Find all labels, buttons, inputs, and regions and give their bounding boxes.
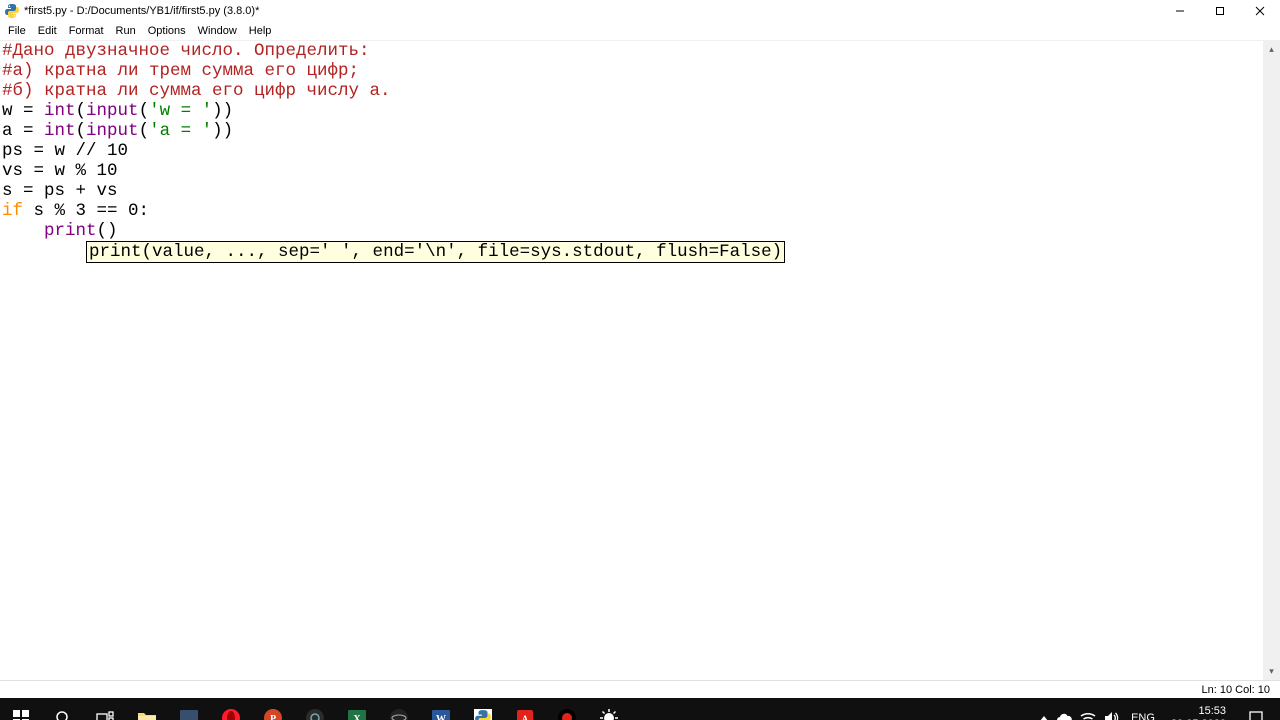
call-tip: print(value, ..., sep=' ', end='\n', fil… <box>86 241 785 263</box>
scroll-track[interactable] <box>1263 58 1280 663</box>
taskbar-app-4[interactable] <box>588 698 630 720</box>
code-text: a = <box>2 121 44 141</box>
menu-format[interactable]: Format <box>63 24 110 38</box>
tray-notifications-icon[interactable] <box>1238 698 1274 720</box>
menu-window[interactable]: Window <box>192 24 243 38</box>
system-tray: ENG 15:53 30.05.2020 <box>1034 698 1280 720</box>
code-builtin: input <box>86 121 139 141</box>
code-text: vs = w % 10 <box>2 161 118 181</box>
code-text: ( <box>76 121 87 141</box>
code-text: s % 3 == 0: <box>23 201 149 221</box>
tray-volume-icon[interactable] <box>1104 711 1119 720</box>
menu-help[interactable]: Help <box>243 24 278 38</box>
code-builtin: print <box>44 221 97 241</box>
menu-file[interactable]: File <box>2 24 32 38</box>
taskbar-file-explorer[interactable] <box>126 698 168 720</box>
code-text <box>2 221 44 241</box>
window-controls <box>1160 0 1280 22</box>
code-text: () <box>97 221 118 241</box>
tray-time: 15:53 <box>1171 705 1226 718</box>
code-text <box>2 242 86 262</box>
taskbar-app-3[interactable] <box>378 698 420 720</box>
task-view-button[interactable] <box>84 698 126 720</box>
code-builtin: input <box>86 101 139 121</box>
svg-text:W: W <box>436 714 446 720</box>
code-text: )) <box>212 121 233 141</box>
taskbar-excel[interactable]: X <box>336 698 378 720</box>
code-builtin: int <box>44 121 76 141</box>
app-icon <box>4 3 20 19</box>
code-comment: #Дано двузначное число. Определить: <box>2 41 370 61</box>
tray-show-hidden-icon[interactable] <box>1040 712 1048 720</box>
taskbar-record[interactable] <box>546 698 588 720</box>
taskbar-acrobat[interactable]: A <box>504 698 546 720</box>
code-text: s = ps + vs <box>2 181 118 201</box>
menu-options[interactable]: Options <box>142 24 192 38</box>
code-comment: #а) кратна ли трем сумма его цифр; <box>2 61 359 81</box>
tray-network-icon[interactable] <box>1080 712 1096 720</box>
code-text: w = <box>2 101 44 121</box>
menu-run[interactable]: Run <box>110 24 142 38</box>
status-bar: Ln: 10 Col: 10 <box>0 680 1280 698</box>
scroll-down-arrow[interactable]: ▾ <box>1263 663 1280 680</box>
svg-text:P: P <box>270 714 276 720</box>
code-text: ( <box>139 101 150 121</box>
maximize-button[interactable] <box>1200 0 1240 22</box>
tray-clock[interactable]: 15:53 30.05.2020 <box>1167 705 1230 720</box>
code-comment: #б) кратна ли сумма его цифр числу а. <box>2 81 391 101</box>
taskbar-opera[interactable] <box>210 698 252 720</box>
taskbar: P X W A ENG 15:53 30.05.2020 <box>0 698 1280 720</box>
tray-language[interactable]: ENG <box>1127 712 1159 720</box>
tray-onedrive-icon[interactable] <box>1056 712 1072 720</box>
taskbar-powerpoint[interactable]: P <box>252 698 294 720</box>
taskbar-word[interactable]: W <box>420 698 462 720</box>
code-keyword: if <box>2 201 23 221</box>
taskbar-app-1[interactable] <box>168 698 210 720</box>
title-bar: *first5.py - D:/Documents/YB1/if/first5.… <box>0 0 1280 22</box>
menu-edit[interactable]: Edit <box>32 24 63 38</box>
window-title: *first5.py - D:/Documents/YB1/if/first5.… <box>24 5 1160 17</box>
close-button[interactable] <box>1240 0 1280 22</box>
svg-text:A: A <box>522 714 529 720</box>
code-string: 'a = ' <box>149 121 212 141</box>
code-text: ( <box>139 121 150 141</box>
start-button[interactable] <box>0 698 42 720</box>
svg-text:X: X <box>353 714 361 720</box>
menu-bar: File Edit Format Run Options Window Help <box>0 22 1280 40</box>
minimize-button[interactable] <box>1160 0 1200 22</box>
editor-area: #Дано двузначное число. Определить: #а) … <box>0 40 1280 680</box>
code-editor[interactable]: #Дано двузначное число. Определить: #а) … <box>2 41 1262 680</box>
code-text: )) <box>212 101 233 121</box>
code-text: ( <box>76 101 87 121</box>
code-builtin: int <box>44 101 76 121</box>
vertical-scrollbar[interactable]: ▴ ▾ <box>1263 41 1280 680</box>
code-text: ps = w // 10 <box>2 141 128 161</box>
code-string: 'w = ' <box>149 101 212 121</box>
cursor-position: Ln: 10 Col: 10 <box>1202 684 1271 696</box>
taskbar-idle[interactable] <box>462 698 504 720</box>
taskbar-app-2[interactable] <box>294 698 336 720</box>
scroll-up-arrow[interactable]: ▴ <box>1263 41 1280 58</box>
search-button[interactable] <box>42 698 84 720</box>
